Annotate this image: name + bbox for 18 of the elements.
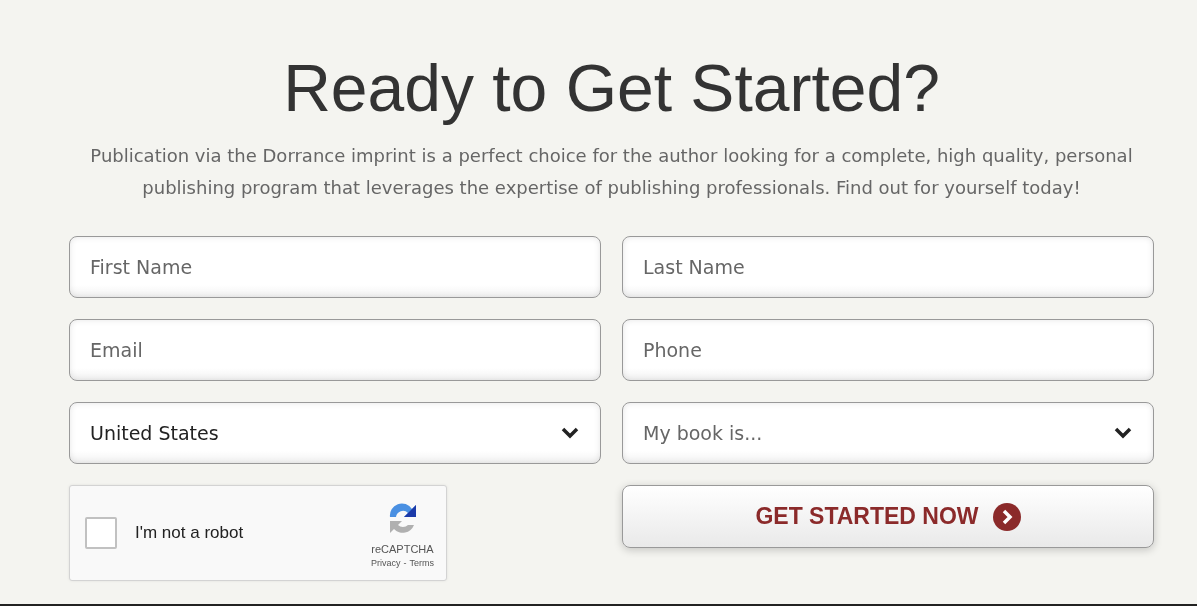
captcha-label: I'm not a robot [135, 523, 245, 543]
page-heading: Ready to Get Started? [283, 50, 940, 126]
dropdown-field[interactable]: My book is... [622, 402, 1154, 464]
privacy-link[interactable]: Privacy [371, 557, 401, 568]
submit-button[interactable]: GET STARTED NOW [622, 485, 1154, 548]
link-separator: - [403, 557, 407, 568]
text-field[interactable]: Email [69, 319, 601, 381]
chevron-circle-icon [992, 502, 1021, 531]
chevron-down-icon [1113, 426, 1133, 440]
text-field[interactable]: First Name [69, 236, 601, 298]
intro-paragraph: Publication via the Dorrance imprint is a perfect choice for the author looking for a complete, high quality, personal publishing program that leverages the expertise of publishing professionals. Find out for yourself today! [89, 144, 1134, 200]
terms-link[interactable]: Terms [409, 557, 434, 568]
captcha-checkbox[interactable] [85, 517, 117, 549]
text-field[interactable]: Last Name [622, 236, 1154, 298]
chevron-down-icon [560, 426, 580, 440]
captcha-brand: reCAPTCHA [371, 542, 434, 555]
text-field[interactable]: Phone [622, 319, 1154, 381]
dropdown-field[interactable]: United States [69, 402, 601, 464]
